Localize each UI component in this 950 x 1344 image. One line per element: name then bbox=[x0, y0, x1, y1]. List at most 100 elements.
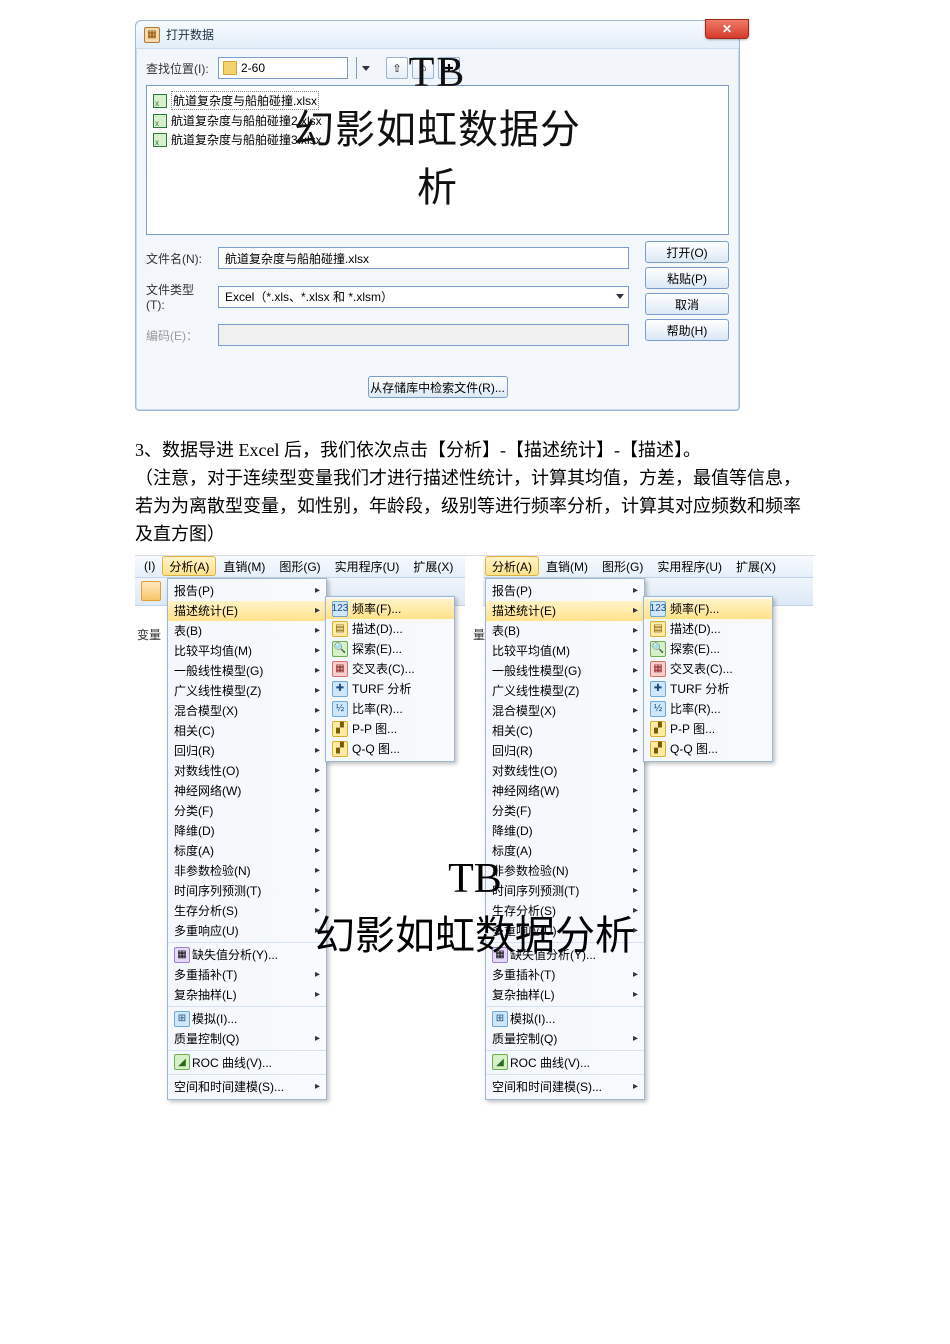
menu-classify[interactable]: 分类(F) bbox=[486, 801, 644, 821]
menu-scale[interactable]: 标度(A) bbox=[486, 841, 644, 861]
new-folder-icon[interactable]: ✚ bbox=[438, 57, 460, 79]
file-list-pane[interactable]: 航道复杂度与船舶碰撞.xlsx 航道复杂度与船舶碰撞2.xlsx 航道复杂度与船… bbox=[146, 85, 729, 235]
menu-glm[interactable]: 一般线性模型(G) bbox=[168, 661, 326, 681]
menu-complex[interactable]: 复杂抽样(L) bbox=[486, 985, 644, 1007]
menubar-item[interactable]: 图形(G) bbox=[595, 556, 650, 576]
lookin-dropdown[interactable]: 2-60 bbox=[218, 57, 348, 79]
menu-multiresp[interactable]: 多重响应(U) bbox=[486, 921, 644, 943]
sub-pp[interactable]: ▞P-P 图... bbox=[326, 719, 454, 739]
sub-descriptives[interactable]: ▤描述(D)... bbox=[644, 619, 772, 639]
menubar-item[interactable]: 直销(M) bbox=[216, 556, 272, 576]
filename-input[interactable]: 航道复杂度与船舶碰撞.xlsx bbox=[218, 247, 629, 269]
menubar-item-analyze[interactable]: 分析(A) bbox=[162, 556, 216, 576]
home-icon[interactable]: ⌂ bbox=[412, 57, 434, 79]
menu-scale[interactable]: 标度(A) bbox=[168, 841, 326, 861]
menu-qc[interactable]: 质量控制(Q) bbox=[168, 1029, 326, 1051]
chevron-down-icon bbox=[362, 66, 370, 71]
sub-turf[interactable]: ✚TURF 分析 bbox=[326, 679, 454, 699]
file-item[interactable]: 航道复杂度与船舶碰撞3.xlsx bbox=[151, 130, 724, 149]
sub-frequencies[interactable]: 123频率(F)... bbox=[644, 599, 772, 619]
menu-survival[interactable]: 生存分析(S) bbox=[168, 901, 326, 921]
menu-forecast[interactable]: 时间序列预测(T) bbox=[486, 881, 644, 901]
menu-tables[interactable]: 表(B) bbox=[486, 621, 644, 641]
up-folder-icon[interactable]: ⇧ bbox=[386, 57, 408, 79]
menu-mi[interactable]: 多重插补(T) bbox=[486, 965, 644, 985]
sub-crosstabs[interactable]: ▦交叉表(C)... bbox=[644, 659, 772, 679]
menu-mixed[interactable]: 混合模型(X) bbox=[486, 701, 644, 721]
menu-reg[interactable]: 回归(R) bbox=[486, 741, 644, 761]
menu-nn[interactable]: 神经网络(W) bbox=[168, 781, 326, 801]
menu-sim[interactable]: ⊞模拟(I)... bbox=[486, 1009, 644, 1029]
menu-corr[interactable]: 相关(C) bbox=[486, 721, 644, 741]
help-button[interactable]: 帮助(H) bbox=[645, 319, 729, 341]
menu-mixed[interactable]: 混合模型(X) bbox=[168, 701, 326, 721]
menu-loglin[interactable]: 对数线性(O) bbox=[168, 761, 326, 781]
open-button[interactable]: 打开(O) bbox=[645, 241, 729, 263]
menu-roc[interactable]: ◢ROC 曲线(V)... bbox=[486, 1053, 644, 1075]
menu-spatial[interactable]: 空间和时间建模(S)... bbox=[486, 1077, 644, 1097]
menubar-item[interactable]: 扩展(X) bbox=[729, 556, 783, 576]
menu-descriptives[interactable]: 描述统计(E) bbox=[168, 601, 326, 621]
menubar-item[interactable]: 图形(G) bbox=[272, 556, 327, 576]
lookin-value: 2-60 bbox=[241, 61, 343, 75]
menubar-item[interactable]: (I) bbox=[137, 556, 162, 576]
menubar-item[interactable]: 扩展(X) bbox=[406, 556, 460, 576]
menu-gzlm[interactable]: 广义线性模型(Z) bbox=[168, 681, 326, 701]
menu-mi[interactable]: 多重插补(T) bbox=[168, 965, 326, 985]
menu-dimred[interactable]: 降维(D) bbox=[486, 821, 644, 841]
menu-nonpar[interactable]: 非参数检验(N) bbox=[168, 861, 326, 881]
retrieve-button[interactable]: 从存储库中检索文件(R)... bbox=[368, 376, 508, 398]
menu-dimred[interactable]: 降维(D) bbox=[168, 821, 326, 841]
sub-qq[interactable]: ▞Q-Q 图... bbox=[326, 739, 454, 759]
menu-classify[interactable]: 分类(F) bbox=[168, 801, 326, 821]
menu-survival[interactable]: 生存分析(S) bbox=[486, 901, 644, 921]
menubar-item[interactable]: 直销(M) bbox=[539, 556, 595, 576]
menu-roc[interactable]: ◢ROC 曲线(V)... bbox=[168, 1053, 326, 1075]
sub-frequencies[interactable]: 123频率(F)... bbox=[326, 599, 454, 619]
sub-explore[interactable]: 🔍探索(E)... bbox=[326, 639, 454, 659]
sub-explore[interactable]: 🔍探索(E)... bbox=[644, 639, 772, 659]
menu-glm[interactable]: 一般线性模型(G) bbox=[486, 661, 644, 681]
toolbar-icon[interactable] bbox=[141, 581, 161, 601]
menu-missing[interactable]: ▦缺失值分析(Y)... bbox=[168, 945, 326, 965]
menu-reports[interactable]: 报告(P) bbox=[168, 581, 326, 601]
menu-qc[interactable]: 质量控制(Q) bbox=[486, 1029, 644, 1051]
menu-gzlm[interactable]: 广义线性模型(Z) bbox=[486, 681, 644, 701]
menu-reg[interactable]: 回归(R) bbox=[168, 741, 326, 761]
sub-crosstabs[interactable]: ▦交叉表(C)... bbox=[326, 659, 454, 679]
file-item[interactable]: 航道复杂度与船舶碰撞.xlsx bbox=[151, 90, 724, 111]
paste-button[interactable]: 粘贴(P) bbox=[645, 267, 729, 289]
menu-multiresp[interactable]: 多重响应(U) bbox=[168, 921, 326, 943]
filetype-dropdown[interactable]: Excel（*.xls、*.xlsx 和 *.xlsm） bbox=[218, 286, 629, 308]
menu-spatial[interactable]: 空间和时间建模(S)... bbox=[168, 1077, 326, 1097]
close-button[interactable]: ✕ bbox=[705, 19, 749, 39]
lookin-arrow[interactable] bbox=[356, 57, 374, 79]
sub-ratio[interactable]: ½比率(R)... bbox=[644, 699, 772, 719]
menu-sim[interactable]: ⊞模拟(I)... bbox=[168, 1009, 326, 1029]
menu-compare[interactable]: 比较平均值(M) bbox=[168, 641, 326, 661]
menu-corr[interactable]: 相关(C) bbox=[168, 721, 326, 741]
menu-nonpar[interactable]: 非参数检验(N) bbox=[486, 861, 644, 881]
sub-pp[interactable]: ▞P-P 图... bbox=[644, 719, 772, 739]
menu-tables[interactable]: 表(B) bbox=[168, 621, 326, 641]
cancel-button[interactable]: 取消 bbox=[645, 293, 729, 315]
file-item[interactable]: 航道复杂度与船舶碰撞2.xlsx bbox=[151, 111, 724, 130]
sub-turf[interactable]: ✚TURF 分析 bbox=[644, 679, 772, 699]
menu-complex[interactable]: 复杂抽样(L) bbox=[168, 985, 326, 1007]
menu-loglin[interactable]: 对数线性(O) bbox=[486, 761, 644, 781]
menu-reports[interactable]: 报告(P) bbox=[486, 581, 644, 601]
filename-label: 文件名(N): bbox=[146, 250, 210, 267]
menu-forecast[interactable]: 时间序列预测(T) bbox=[168, 881, 326, 901]
freq-icon: 123 bbox=[650, 601, 666, 617]
sub-ratio[interactable]: ½比率(R)... bbox=[326, 699, 454, 719]
menu-nn[interactable]: 神经网络(W) bbox=[486, 781, 644, 801]
sub-descriptives[interactable]: ▤描述(D)... bbox=[326, 619, 454, 639]
menubar-item-analyze[interactable]: 分析(A) bbox=[485, 556, 539, 576]
sub-qq[interactable]: ▞Q-Q 图... bbox=[644, 739, 772, 759]
menu-compare[interactable]: 比较平均值(M) bbox=[486, 641, 644, 661]
menubar-item[interactable]: 实用程序(U) bbox=[328, 556, 407, 576]
menu-descriptives[interactable]: 描述统计(E) bbox=[486, 601, 644, 621]
turf-icon: ✚ bbox=[650, 681, 666, 697]
menu-missing[interactable]: ▦缺失值分析(Y)... bbox=[486, 945, 644, 965]
menubar-item[interactable]: 实用程序(U) bbox=[650, 556, 729, 576]
